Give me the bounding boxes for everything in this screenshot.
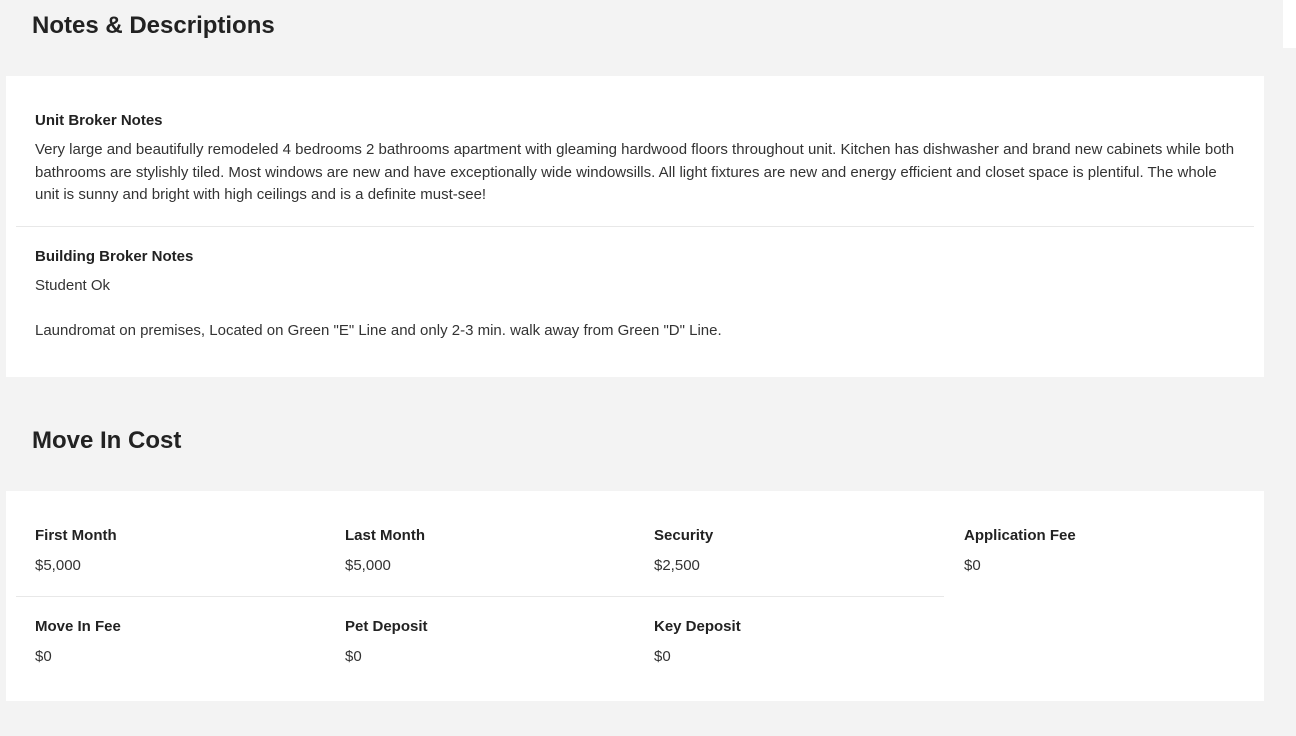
building-broker-notes-line1: Student Ok bbox=[35, 277, 111, 294]
cost-row-divider bbox=[16, 596, 944, 597]
cost-label: Move In Fee bbox=[35, 618, 121, 635]
cost-item-security: Security $2,500 bbox=[654, 527, 944, 575]
cost-item-pet-deposit: Pet Deposit $0 bbox=[345, 618, 635, 666]
cost-value: $0 bbox=[654, 648, 671, 665]
building-broker-notes-heading: Building Broker Notes bbox=[35, 248, 194, 265]
move-in-cost-title: Move In Cost bbox=[32, 427, 182, 454]
building-broker-notes: Building Broker Notes Student Ok Laundro… bbox=[6, 248, 1264, 342]
cost-label: Last Month bbox=[345, 527, 425, 544]
cost-value: $0 bbox=[345, 648, 362, 665]
cost-value: $5,000 bbox=[35, 557, 81, 574]
unit-broker-notes-text: Very large and beautifully remodeled 4 b… bbox=[35, 141, 1235, 203]
cost-label: First Month bbox=[35, 527, 117, 544]
cost-value: $0 bbox=[35, 648, 52, 665]
cost-item-key-deposit: Key Deposit $0 bbox=[654, 618, 944, 666]
cost-label: Application Fee bbox=[964, 527, 1076, 544]
cost-label: Key Deposit bbox=[654, 618, 741, 635]
cost-label: Pet Deposit bbox=[345, 618, 428, 635]
cost-value: $2,500 bbox=[654, 557, 700, 574]
notes-card: Unit Broker Notes Very large and beautif… bbox=[6, 76, 1264, 377]
cost-item-application-fee: Application Fee $0 bbox=[964, 527, 1254, 575]
cost-item-first-month: First Month $5,000 bbox=[35, 527, 325, 575]
right-panel-edge bbox=[1283, 0, 1296, 48]
move-in-cost-card: First Month $5,000 Last Month $5,000 Sec… bbox=[6, 491, 1264, 701]
cost-item-last-month: Last Month $5,000 bbox=[345, 527, 635, 575]
unit-broker-notes: Unit Broker Notes Very large and beautif… bbox=[6, 112, 1264, 207]
page: Notes & Descriptions Unit Broker Notes V… bbox=[0, 0, 1296, 736]
notes-divider bbox=[16, 226, 1254, 227]
unit-broker-notes-heading: Unit Broker Notes bbox=[35, 112, 163, 129]
building-broker-notes-line2: Laundromat on premises, Located on Green… bbox=[35, 321, 722, 339]
cost-value: $5,000 bbox=[345, 557, 391, 574]
notes-section-title: Notes & Descriptions bbox=[32, 12, 275, 39]
cost-item-move-in-fee: Move In Fee $0 bbox=[35, 618, 325, 666]
cost-value: $0 bbox=[964, 557, 981, 574]
cost-label: Security bbox=[654, 527, 714, 544]
